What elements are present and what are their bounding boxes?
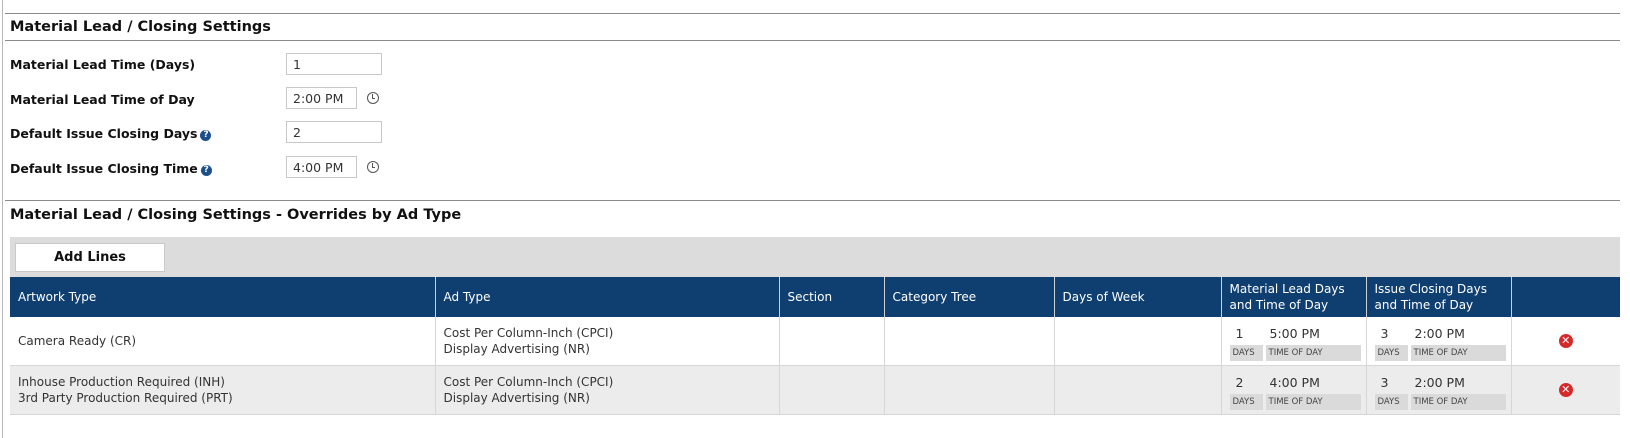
lead-days-time: 2 4:00 PM DAYS TIME OF DAY — [1229, 373, 1361, 410]
lead-time-label: Material Lead Time of Day — [10, 92, 195, 107]
section-cell — [778, 317, 884, 366]
adtype-cell: Cost Per Column-Inch (CPCI) Display Adver… — [434, 317, 779, 366]
overrides-top-divider — [5, 200, 1620, 201]
category-cell — [883, 365, 1054, 415]
closing-days-label-text: Default Issue Closing Days — [10, 126, 198, 141]
artwork-line: Inhouse Production Required (INH) — [18, 375, 225, 389]
adtype-line: Cost Per Column-Inch (CPCI) — [443, 375, 614, 389]
col-section[interactable]: Section — [778, 277, 884, 317]
adtype-line: Display Advertising (NR) — [443, 342, 590, 356]
days-sublabel: DAYS — [1229, 394, 1263, 410]
section-cell — [778, 365, 884, 415]
adtype-cell: Cost Per Column-Inch (CPCI) Display Adver… — [434, 365, 779, 415]
help-icon[interactable]: ? — [200, 165, 212, 176]
artwork-cell: Camera Ready (CR) — [10, 317, 435, 366]
time-sublabel: TIME OF DAY — [1265, 345, 1361, 361]
actions-cell: ✕ — [1510, 317, 1620, 366]
actions-cell: ✕ — [1510, 365, 1620, 415]
lead-days-value[interactable]: 2 — [1236, 375, 1244, 391]
col-artwork-type[interactable]: Artwork Type — [10, 277, 435, 317]
section-top-divider — [5, 13, 1620, 14]
settings-title-divider — [5, 40, 1620, 41]
lead-cell: 2 4:00 PM DAYS TIME OF DAY — [1220, 365, 1366, 415]
table-header-row: Artwork Type Ad Type Section Category Tr… — [10, 277, 1620, 317]
settings-section-title: Material Lead / Closing Settings — [10, 19, 271, 35]
closing-cell: 3 2:00 PM DAYS TIME OF DAY — [1365, 365, 1511, 415]
lead-days-label: Material Lead Time (Days) — [10, 57, 196, 72]
clock-icon[interactable] — [367, 92, 379, 104]
closing-days-input[interactable] — [286, 121, 382, 143]
lead-time-value[interactable]: 5:00 PM — [1270, 326, 1320, 342]
time-sublabel: TIME OF DAY — [1265, 394, 1361, 410]
days-of-week-cell — [1053, 365, 1221, 415]
col-issue-closing[interactable]: Issue Closing Days and Time of Day — [1365, 277, 1511, 317]
days-sublabel: DAYS — [1229, 345, 1263, 361]
closing-time-value[interactable]: 2:00 PM — [1415, 326, 1465, 342]
time-sublabel: TIME OF DAY — [1410, 394, 1506, 410]
artwork-line: 3rd Party Production Required (PRT) — [18, 391, 233, 405]
table-row[interactable]: Inhouse Production Required (INH) 3rd Par… — [10, 365, 1620, 415]
lead-days-value[interactable]: 1 — [1236, 326, 1244, 342]
col-material-lead[interactable]: Material Lead Days and Time of Day — [1220, 277, 1366, 317]
adtype-line: Display Advertising (NR) — [443, 391, 590, 405]
closing-cell: 3 2:00 PM DAYS TIME OF DAY — [1365, 317, 1511, 366]
closing-days-time: 3 2:00 PM DAYS TIME OF DAY — [1374, 373, 1506, 410]
clock-icon[interactable] — [367, 161, 379, 173]
add-lines-button[interactable]: Add Lines — [15, 243, 165, 272]
delete-row-icon[interactable]: ✕ — [1558, 334, 1573, 348]
col-actions — [1510, 277, 1620, 317]
closing-time-label-text: Default Issue Closing Time — [10, 161, 198, 176]
delete-row-icon[interactable]: ✕ — [1558, 383, 1573, 397]
col-category-tree[interactable]: Category Tree — [883, 277, 1054, 317]
days-sublabel: DAYS — [1374, 394, 1408, 410]
days-sublabel: DAYS — [1374, 345, 1408, 361]
artwork-line: Camera Ready (CR) — [18, 334, 137, 348]
lead-days-input[interactable] — [286, 53, 382, 75]
overrides-table: Artwork Type Ad Type Section Category Tr… — [10, 277, 1620, 415]
adtype-line: Cost Per Column-Inch (CPCI) — [443, 326, 614, 340]
lead-time-input[interactable] — [286, 87, 357, 109]
closing-time-input[interactable] — [286, 156, 357, 178]
closing-days-time: 3 2:00 PM DAYS TIME OF DAY — [1374, 324, 1506, 361]
closing-days-label: Default Issue Closing Days? — [10, 126, 212, 141]
category-cell — [883, 317, 1054, 366]
closing-days-value[interactable]: 3 — [1381, 326, 1389, 342]
artwork-cell: Inhouse Production Required (INH) 3rd Par… — [10, 365, 435, 415]
overrides-toolbar — [10, 237, 1620, 277]
closing-time-label: Default Issue Closing Time? — [10, 161, 212, 176]
days-of-week-cell — [1053, 317, 1221, 366]
closing-time-value[interactable]: 2:00 PM — [1415, 375, 1465, 391]
time-sublabel: TIME OF DAY — [1410, 345, 1506, 361]
overrides-section-title: Material Lead / Closing Settings - Overr… — [10, 207, 462, 223]
help-icon[interactable]: ? — [200, 130, 212, 141]
col-ad-type[interactable]: Ad Type — [434, 277, 779, 317]
lead-cell: 1 5:00 PM DAYS TIME OF DAY — [1220, 317, 1366, 366]
table-row[interactable]: Camera Ready (CR) Cost Per Column-Inch (… — [10, 317, 1620, 366]
col-days-of-week[interactable]: Days of Week — [1053, 277, 1221, 317]
lead-time-value[interactable]: 4:00 PM — [1270, 375, 1320, 391]
lead-days-time: 1 5:00 PM DAYS TIME OF DAY — [1229, 324, 1361, 361]
closing-days-value[interactable]: 3 — [1381, 375, 1389, 391]
